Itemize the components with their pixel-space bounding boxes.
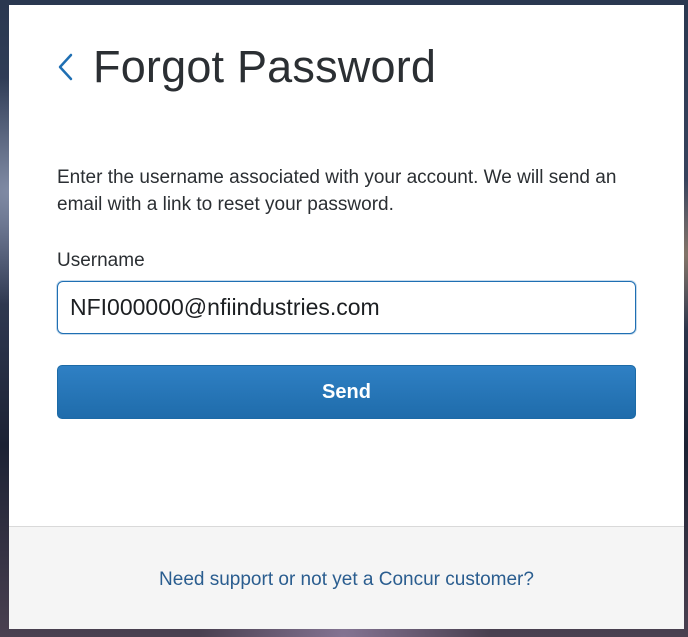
instructions-text: Enter the username associated with your … [57, 167, 617, 215]
page-title: Forgot Password [93, 41, 437, 92]
forgot-password-card: Forgot Password Enter the username assoc… [9, 5, 684, 629]
card-header: Forgot Password [9, 5, 684, 130]
back-link[interactable] [55, 49, 79, 85]
send-button[interactable]: Send [57, 365, 636, 419]
username-label: Username [57, 250, 145, 271]
card-footer: Need support or not yet a Concur custome… [9, 526, 684, 629]
username-input[interactable] [57, 281, 636, 334]
support-link[interactable]: Need support or not yet a Concur custome… [9, 569, 684, 591]
chevron-left-icon [58, 53, 73, 81]
